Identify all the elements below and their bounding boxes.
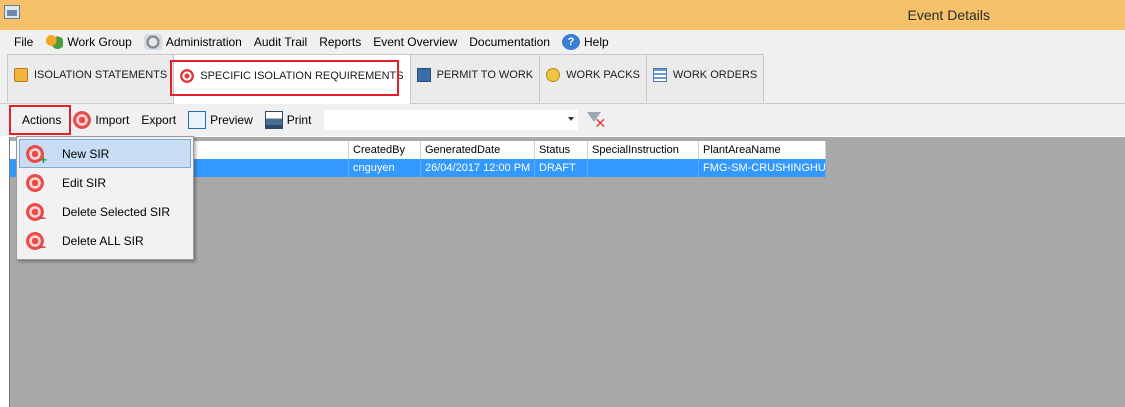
tab-work-orders-label: WORK ORDERS bbox=[672, 68, 758, 81]
column-header-special-instruction[interactable]: SpecialInstruction bbox=[588, 141, 699, 159]
actions-dropdown-menu: New SIR Edit SIR Delete Selected SIR Del… bbox=[16, 136, 194, 260]
menu-item-edit-sir-label: Edit SIR bbox=[62, 175, 107, 190]
chevron-down-icon[interactable] bbox=[568, 117, 575, 121]
print-button[interactable]: Print bbox=[259, 108, 318, 132]
preview-icon bbox=[188, 111, 207, 129]
menu-item-new-sir[interactable]: New SIR bbox=[19, 139, 191, 168]
menu-documentation-label: Documentation bbox=[469, 35, 550, 49]
book-icon bbox=[416, 67, 431, 82]
tab-permit-to-work-label: PERMIT TO WORK bbox=[436, 68, 534, 81]
menu-help-label: Help bbox=[583, 35, 609, 49]
column-header-generated-date[interactable]: GeneratedDate bbox=[421, 141, 535, 159]
menu-item-delete-selected-sir[interactable]: Delete Selected SIR bbox=[19, 197, 191, 226]
menu-file-label: File bbox=[14, 35, 34, 49]
delete-selected-sir-icon bbox=[26, 202, 46, 225]
tab-work-packs-label: WORK PACKS bbox=[566, 68, 640, 81]
column-header-status[interactable]: Status bbox=[535, 141, 588, 159]
menu-file[interactable]: File bbox=[8, 31, 39, 53]
menu-reports-label: Reports bbox=[319, 35, 362, 49]
import-icon bbox=[73, 111, 92, 129]
import-button[interactable]: Import bbox=[67, 108, 135, 132]
import-button-label: Import bbox=[95, 113, 130, 127]
menu-event-overview-label: Event Overview bbox=[373, 35, 458, 49]
menu-work-group-label: Work Group bbox=[67, 35, 132, 49]
column-header-created-by[interactable]: CreatedBy bbox=[349, 141, 421, 159]
cell-generated-date[interactable]: 26/04/2017 12:00 PM bbox=[421, 159, 535, 177]
delete-all-sir-icon bbox=[26, 231, 46, 254]
menu-work-group[interactable]: Work Group bbox=[39, 31, 137, 53]
lock-icon bbox=[14, 67, 28, 82]
group-icon bbox=[45, 34, 64, 50]
cell-special-instruction[interactable] bbox=[588, 159, 699, 177]
list-icon bbox=[652, 67, 667, 82]
menu-audit-trail-label: Audit Trail bbox=[253, 35, 308, 49]
menu-event-overview[interactable]: Event Overview bbox=[367, 31, 463, 53]
clear-icon: ✕ bbox=[594, 115, 607, 131]
window-title: Event Details bbox=[907, 7, 990, 23]
toolbar: Actions Import Export Preview Print ✕ bbox=[0, 104, 1125, 136]
tab-work-orders[interactable]: WORK ORDERS bbox=[645, 54, 765, 102]
tab-isolation-statements[interactable]: ISOLATION STATEMENTS bbox=[7, 54, 175, 102]
export-button-label: Export bbox=[141, 113, 177, 127]
menu-item-delete-all-sir[interactable]: Delete ALL SIR bbox=[19, 226, 191, 255]
help-icon: ? bbox=[561, 34, 580, 50]
filter-combo[interactable] bbox=[323, 109, 580, 131]
menu-help[interactable]: ? Help bbox=[556, 31, 615, 53]
app-window-icon[interactable] bbox=[4, 5, 20, 19]
actions-button[interactable]: Actions bbox=[16, 108, 67, 132]
target-icon bbox=[180, 68, 195, 83]
cell-plant-area-name[interactable]: FMG-SM-CRUSHINGHUB bbox=[699, 159, 826, 177]
export-button[interactable]: Export bbox=[135, 108, 182, 132]
menu-audit-trail[interactable]: Audit Trail bbox=[248, 31, 313, 53]
tab-isolation-statements-label: ISOLATION STATEMENTS bbox=[34, 68, 168, 81]
new-sir-icon bbox=[26, 144, 47, 167]
menu-item-edit-sir[interactable]: Edit SIR bbox=[19, 168, 191, 197]
tab-strip: ISOLATION STATEMENTS SPECIFIC ISOLATION … bbox=[0, 54, 1125, 104]
printer-icon bbox=[264, 111, 283, 129]
package-icon bbox=[546, 67, 561, 82]
column-header-plant-area-name[interactable]: PlantAreaName bbox=[699, 141, 826, 159]
clear-filter-button[interactable]: ✕ bbox=[585, 110, 607, 131]
menu-item-delete-all-sir-label: Delete ALL SIR bbox=[62, 233, 144, 248]
preview-button[interactable]: Preview bbox=[182, 108, 259, 132]
admin-gear-icon bbox=[143, 34, 162, 50]
print-button-label: Print bbox=[286, 113, 312, 127]
cell-status[interactable]: DRAFT bbox=[535, 159, 588, 177]
tab-work-packs[interactable]: WORK PACKS bbox=[539, 54, 647, 102]
menu-reports[interactable]: Reports bbox=[313, 31, 367, 53]
menu-administration-label: Administration bbox=[165, 35, 242, 49]
cell-created-by[interactable]: cnguyen bbox=[349, 159, 421, 177]
menu-documentation[interactable]: Documentation bbox=[463, 31, 556, 53]
tab-specific-isolation-requirements-label: SPECIFIC ISOLATION REQUIREMENTS bbox=[200, 69, 404, 82]
title-bar: Event Details bbox=[0, 0, 1125, 30]
menu-bar: File Work Group Administration Audit Tra… bbox=[0, 30, 1125, 54]
tab-permit-to-work[interactable]: PERMIT TO WORK bbox=[409, 54, 541, 102]
preview-button-label: Preview bbox=[210, 113, 253, 127]
edit-sir-icon bbox=[26, 173, 44, 192]
menu-item-new-sir-label: New SIR bbox=[62, 146, 110, 161]
menu-administration[interactable]: Administration bbox=[138, 31, 248, 53]
tab-specific-isolation-requirements[interactable]: SPECIFIC ISOLATION REQUIREMENTS bbox=[173, 54, 411, 104]
menu-item-delete-selected-sir-label: Delete Selected SIR bbox=[62, 204, 171, 219]
actions-button-label: Actions bbox=[22, 113, 62, 127]
